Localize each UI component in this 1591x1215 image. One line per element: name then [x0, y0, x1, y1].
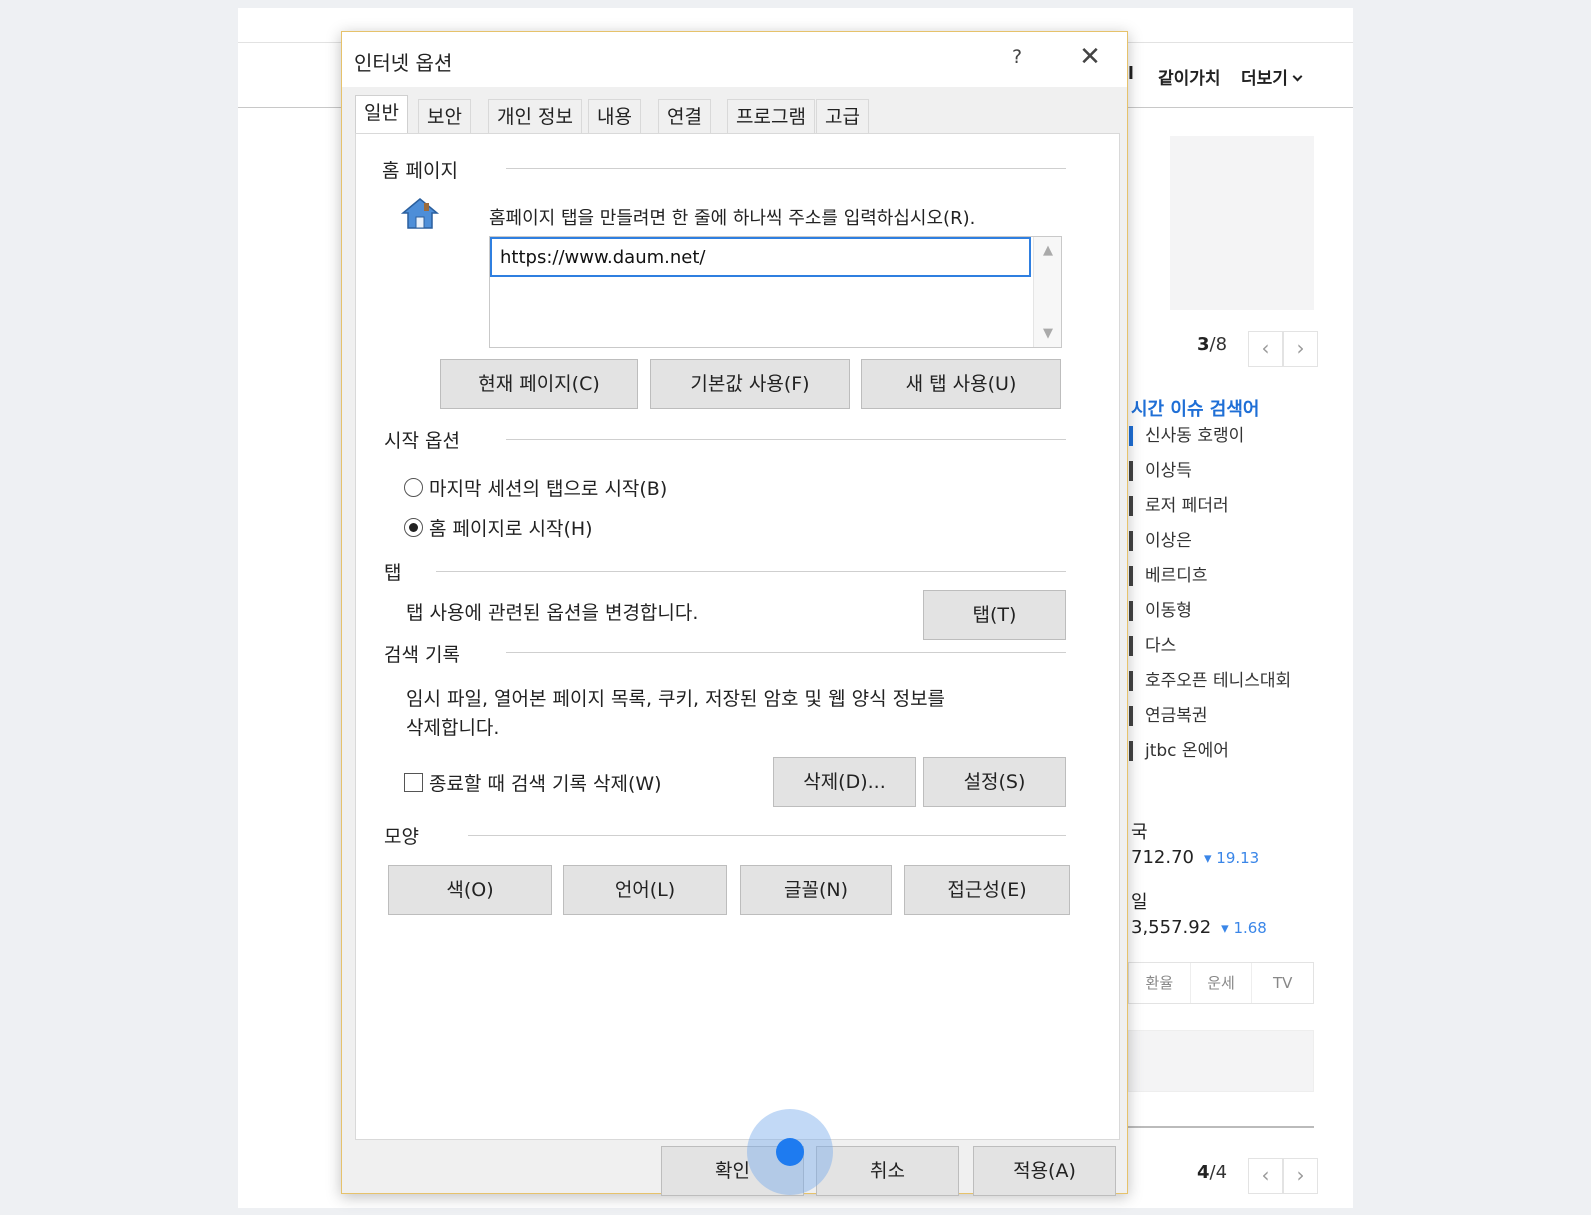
scroll-up-icon[interactable]: ▲ — [1034, 243, 1062, 258]
pager-total: /4 — [1209, 1162, 1228, 1183]
tab-tv[interactable]: TV — [1252, 963, 1313, 1003]
cancel-button[interactable]: 취소 — [816, 1146, 959, 1196]
pager-current: 4 — [1197, 1162, 1210, 1183]
realtime-item[interactable]: 로저 페더러 — [1129, 496, 1291, 531]
prev-arrow-icon[interactable]: ‹ — [1248, 331, 1283, 367]
dialog-titlebar[interactable]: 인터넷 옵션 ? ✕ — [342, 32, 1127, 87]
startup-group-label: 시작 옵션 — [384, 426, 466, 453]
tab-connections[interactable]: 연결 — [658, 99, 711, 134]
house-icon — [400, 198, 440, 229]
use-current-button[interactable]: 현재 페이지(C) — [440, 359, 638, 409]
checkbox[interactable] — [404, 773, 423, 792]
internet-options-dialog: 인터넷 옵션 ? ✕ 일반 보안 개인 정보 내용 연결 프로그램 고급 홈 페… — [341, 31, 1128, 1196]
next-arrow-icon[interactable]: › — [1283, 1158, 1318, 1194]
tabs-group-label: 탭 — [384, 558, 408, 585]
group-divider — [468, 835, 1066, 836]
realtime-item[interactable]: 베르디흐 — [1129, 566, 1291, 601]
scroll-down-icon[interactable]: ▼ — [1034, 326, 1062, 341]
tabs-settings-button[interactable]: 탭(T) — [923, 590, 1066, 640]
stock-name: 국 — [1131, 822, 1148, 843]
pager-total: /8 — [1209, 334, 1228, 355]
nav-item-partial[interactable]: l — [1128, 64, 1134, 84]
realtime-item[interactable]: 신사동 호랭이 — [1129, 426, 1291, 461]
fonts-button[interactable]: 글꼴(N) — [740, 865, 892, 915]
nav-item-more[interactable]: 더보기 — [1241, 64, 1303, 89]
pager-top: 3/8 — [1197, 334, 1227, 355]
delete-history-button[interactable]: 삭제(D)... — [773, 757, 916, 807]
accessibility-button[interactable]: 접근성(E) — [904, 865, 1070, 915]
close-icon[interactable]: ✕ — [1072, 42, 1108, 72]
realtime-title: 시간 이슈 검색어 — [1131, 399, 1260, 420]
group-divider — [436, 571, 1066, 572]
history-description-line1: 임시 파일, 열어본 페이지 목록, 쿠키, 저장된 암호 및 웹 양식 정보를 — [406, 688, 946, 710]
next-arrow-icon[interactable]: › — [1283, 331, 1318, 367]
realtime-item[interactable]: 다스 — [1129, 636, 1291, 671]
tab-advanced[interactable]: 고급 — [816, 99, 869, 134]
history-group-label: 검색 기록 — [384, 640, 466, 667]
stock-change: ▾ 19.13 — [1203, 849, 1260, 867]
colors-button[interactable]: 색(O) — [388, 865, 552, 915]
stock-value: 712.70 — [1131, 847, 1194, 868]
tab-general[interactable]: 일반 — [355, 95, 408, 135]
nav-item-together[interactable]: 같이가치 — [1158, 64, 1221, 89]
realtime-list: 신사동 호랭이 이상득 로저 페더러 이상은 베르디흐 이동형 다스 호주오픈 … — [1129, 426, 1291, 776]
stock-value-row: 3,557.92 ▾ 1.68 — [1131, 917, 1267, 938]
languages-button[interactable]: 언어(L) — [563, 865, 727, 915]
appearance-group-label: 모양 — [384, 822, 425, 849]
radio-button[interactable] — [404, 478, 423, 497]
apply-button[interactable]: 적용(A) — [973, 1146, 1116, 1196]
stock-value-row: 712.70 ▾ 19.13 — [1131, 847, 1259, 868]
group-divider — [506, 439, 1066, 440]
radio-label: 마지막 세션의 탭으로 시작(B) — [429, 478, 668, 500]
realtime-item[interactable]: 이상득 — [1129, 461, 1291, 496]
click-indicator-dot — [776, 1138, 804, 1166]
realtime-item[interactable]: 호주오픈 테니스대회 — [1129, 671, 1291, 706]
banner-placeholder — [1170, 136, 1314, 310]
tab-programs[interactable]: 프로그램 — [727, 99, 815, 134]
chevron-down-icon — [1292, 71, 1303, 82]
realtime-item[interactable]: 이상은 — [1129, 531, 1291, 566]
general-tab-panel: 홈 페이지 홈페이지 탭을 만들려면 한 줄에 하나씩 주소를 입력하십시오(R… — [355, 133, 1120, 1140]
stock-name: 일 — [1131, 892, 1148, 913]
start-last-session-option[interactable]: 마지막 세션의 탭으로 시작(B) — [404, 474, 667, 501]
tab-privacy[interactable]: 개인 정보 — [488, 99, 582, 134]
realtime-item[interactable]: jtbc 온에어 — [1129, 741, 1291, 776]
tab-exchange[interactable]: 환율 — [1129, 963, 1191, 1003]
group-divider — [506, 652, 1066, 653]
help-icon[interactable]: ? — [1002, 46, 1032, 68]
dialog-title: 인터넷 옵션 — [354, 51, 453, 75]
use-default-button[interactable]: 기본값 사용(F) — [650, 359, 850, 409]
tab-fortune[interactable]: 운세 — [1191, 963, 1253, 1003]
pager-current: 3 — [1197, 334, 1210, 355]
content-placeholder — [1128, 1030, 1314, 1092]
radio-button-selected[interactable] — [404, 518, 423, 537]
checkbox-label: 종료할 때 검색 기록 삭제(W) — [429, 773, 662, 795]
group-divider — [506, 168, 1066, 169]
homepage-group-label: 홈 페이지 — [382, 156, 464, 183]
start-homepage-option[interactable]: 홈 페이지로 시작(H) — [404, 514, 593, 541]
stock-change: ▾ 1.68 — [1221, 919, 1267, 937]
pager-bottom: 4/4 — [1197, 1162, 1227, 1183]
homepage-url-input[interactable] — [490, 237, 1031, 277]
realtime-item[interactable]: 연금복권 — [1129, 706, 1291, 741]
nav-more-label: 더보기 — [1241, 69, 1288, 89]
service-tabs: 환율 운세 TV — [1128, 962, 1314, 1004]
delete-on-exit-option[interactable]: 종료할 때 검색 기록 삭제(W) — [404, 769, 662, 796]
tabs-description: 탭 사용에 관련된 옵션을 변경합니다. — [406, 602, 699, 624]
textarea-scrollbar[interactable]: ▲ ▼ — [1033, 237, 1061, 347]
history-settings-button[interactable]: 설정(S) — [923, 757, 1066, 807]
homepage-description: 홈페이지 탭을 만들려면 한 줄에 하나씩 주소를 입력하십시오(R). — [489, 208, 976, 229]
homepage-textarea[interactable]: ▲ ▼ — [489, 236, 1062, 348]
realtime-item[interactable]: 이동형 — [1129, 601, 1291, 636]
history-description-line2: 삭제합니다. — [406, 717, 500, 739]
radio-label: 홈 페이지로 시작(H) — [429, 518, 593, 540]
use-new-tab-button[interactable]: 새 탭 사용(U) — [861, 359, 1061, 409]
divider — [1128, 1126, 1314, 1128]
stock-value: 3,557.92 — [1131, 917, 1212, 938]
prev-arrow-icon[interactable]: ‹ — [1248, 1158, 1283, 1194]
tab-content[interactable]: 내용 — [588, 99, 641, 134]
tab-security[interactable]: 보안 — [418, 99, 471, 134]
